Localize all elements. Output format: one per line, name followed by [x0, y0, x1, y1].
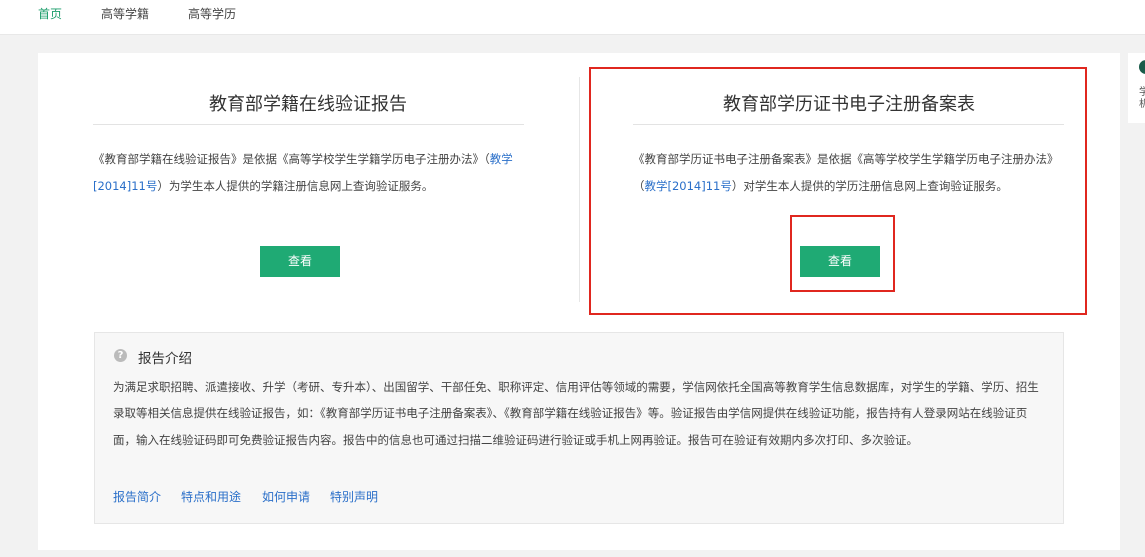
intro-link-features[interactable]: 特点和用途	[181, 488, 241, 505]
intro-heading: 报告介绍	[138, 351, 192, 367]
desc-text: ）为学生本人提供的学籍注册信息网上查询验证服务。	[157, 178, 434, 193]
enrollment-report-description: 《教育部学籍在线验证报告》是依据《高等学校学生学籍学历电子注册办法》（教学[20…	[93, 146, 528, 199]
nav-item-higher-enrollment[interactable]: 高等学籍	[101, 5, 149, 22]
side-widget[interactable]: 学机	[1128, 53, 1145, 123]
highlight-box	[790, 215, 895, 292]
intro-link-how-to-apply[interactable]: 如何申请	[262, 488, 310, 505]
question-circle-icon: ?	[114, 349, 127, 362]
app-icon	[1139, 60, 1145, 74]
intro-link-disclaimer[interactable]: 特别声明	[330, 488, 378, 505]
view-enrollment-report-button[interactable]: 查看	[260, 246, 340, 277]
intro-text: 为满足求职招聘、派遣接收、升学（考研、专升本）、出国留学、干部任免、职称评定、信…	[113, 380, 1039, 447]
intro-link-summary[interactable]: 报告简介	[113, 488, 161, 505]
enrollment-report-title: 教育部学籍在线验证报告	[209, 94, 407, 115]
nav-item-higher-degree[interactable]: 高等学历	[188, 5, 236, 22]
side-widget-text: 学机	[1139, 87, 1145, 110]
title-divider	[93, 124, 524, 125]
top-nav: 首页 高等学籍 高等学历	[0, 0, 1145, 35]
nav-item-home[interactable]: 首页	[38, 5, 62, 22]
desc-text: 《教育部学籍在线验证报告》是依据《高等学校学生学籍学历电子注册办法》（	[93, 152, 490, 166]
column-divider	[579, 77, 580, 302]
